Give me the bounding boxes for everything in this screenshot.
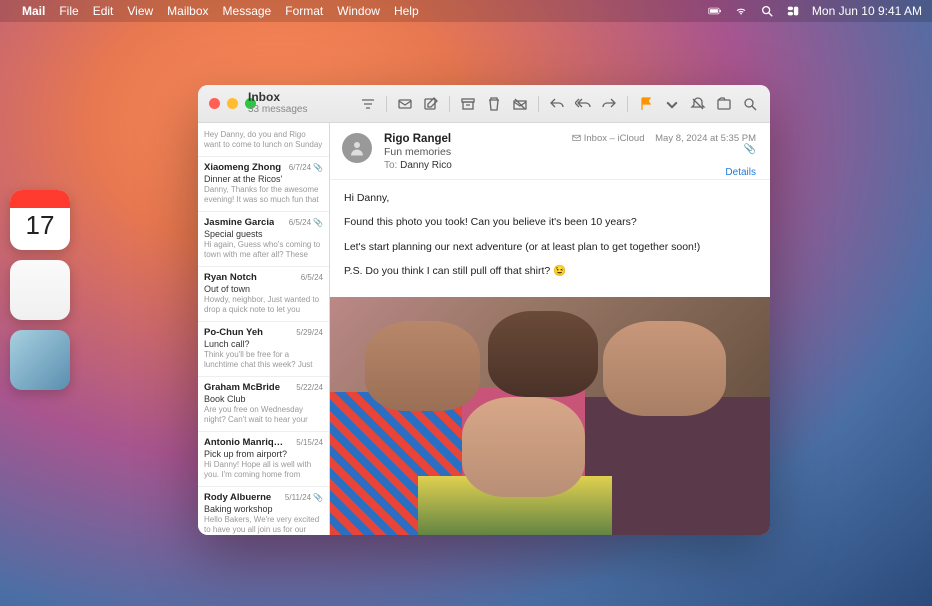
archive-button[interactable] bbox=[456, 93, 480, 115]
clock[interactable]: Mon Jun 10 9:41 AM bbox=[812, 4, 922, 18]
move-button[interactable] bbox=[712, 93, 736, 115]
list-item[interactable]: Jasmine Garcia6/5/24📎Special guestsHi ag… bbox=[198, 212, 329, 267]
message-count: 33 messages bbox=[248, 104, 307, 115]
reply-all-button[interactable] bbox=[571, 93, 595, 115]
list-item[interactable]: Hey Danny, do you and Rigo want to come … bbox=[198, 123, 329, 157]
close-button[interactable] bbox=[209, 98, 220, 109]
inbox-button[interactable] bbox=[393, 93, 417, 115]
photos-widget[interactable] bbox=[10, 330, 70, 390]
minimize-button[interactable] bbox=[227, 98, 238, 109]
calendar-widget[interactable]: 17 bbox=[10, 190, 70, 250]
control-center-icon[interactable] bbox=[786, 4, 800, 19]
filter-button[interactable] bbox=[356, 93, 380, 115]
list-item[interactable]: Rody Albuerne5/11/24📎Baking workshopHell… bbox=[198, 487, 329, 535]
attachment-icon: 📎 bbox=[572, 144, 756, 155]
trash-button[interactable] bbox=[482, 93, 506, 115]
wifi-icon[interactable] bbox=[734, 4, 748, 19]
list-item[interactable]: Ryan Notch6/5/24Out of townHowdy, neighb… bbox=[198, 267, 329, 322]
message-body: Hi Danny, Found this photo you took! Can… bbox=[330, 180, 770, 297]
menu-format[interactable]: Format bbox=[285, 4, 323, 18]
junk-button[interactable] bbox=[508, 93, 532, 115]
menu-file[interactable]: File bbox=[59, 4, 78, 18]
spotlight-icon[interactable] bbox=[760, 4, 774, 19]
app-menu[interactable]: Mail bbox=[22, 4, 45, 18]
titlebar: Inbox 33 messages bbox=[198, 85, 770, 123]
sender-avatar[interactable] bbox=[342, 133, 372, 163]
calendar-day: 17 bbox=[10, 208, 70, 241]
menu-mailbox[interactable]: Mailbox bbox=[167, 4, 208, 18]
desktop-widgets: 17 bbox=[10, 190, 70, 390]
photo-attachment[interactable] bbox=[330, 297, 770, 535]
menu-edit[interactable]: Edit bbox=[93, 4, 114, 18]
forward-button[interactable] bbox=[597, 93, 621, 115]
list-item[interactable]: Antonio Manriquez5/15/24Pick up from air… bbox=[198, 432, 329, 487]
flag-button[interactable] bbox=[634, 93, 658, 115]
email-date: May 8, 2024 at 5:35 PM bbox=[655, 133, 756, 144]
window-title: Inbox bbox=[248, 90, 307, 104]
battery-icon[interactable] bbox=[708, 4, 722, 19]
compose-button[interactable] bbox=[419, 93, 443, 115]
search-button[interactable] bbox=[738, 93, 762, 115]
message-list[interactable]: Hey Danny, do you and Rigo want to come … bbox=[198, 123, 330, 535]
list-item[interactable]: Graham McBride5/22/24Book ClubAre you fr… bbox=[198, 377, 329, 432]
folder-label: Inbox – iCloud bbox=[572, 133, 644, 144]
mail-window: Inbox 33 messages bbox=[198, 85, 770, 535]
menu-help[interactable]: Help bbox=[394, 4, 419, 18]
message-pane: Rigo Rangel Fun memories To: Danny Rico … bbox=[330, 123, 770, 535]
notes-widget[interactable] bbox=[10, 260, 70, 320]
flag-dropdown[interactable] bbox=[660, 93, 684, 115]
menu-view[interactable]: View bbox=[127, 4, 153, 18]
reply-button[interactable] bbox=[545, 93, 569, 115]
menubar: Mail File Edit View Mailbox Message Form… bbox=[0, 0, 932, 22]
toolbar bbox=[356, 93, 770, 115]
menu-message[interactable]: Message bbox=[223, 4, 272, 18]
details-link[interactable]: Details bbox=[572, 167, 756, 178]
list-item[interactable]: Xiaomeng Zhong6/7/24📎Dinner at the Ricos… bbox=[198, 157, 329, 212]
menu-window[interactable]: Window bbox=[337, 4, 380, 18]
message-header: Rigo Rangel Fun memories To: Danny Rico … bbox=[330, 123, 770, 180]
mute-button[interactable] bbox=[686, 93, 710, 115]
list-item[interactable]: Po-Chun Yeh5/29/24Lunch call?Think you'l… bbox=[198, 322, 329, 377]
